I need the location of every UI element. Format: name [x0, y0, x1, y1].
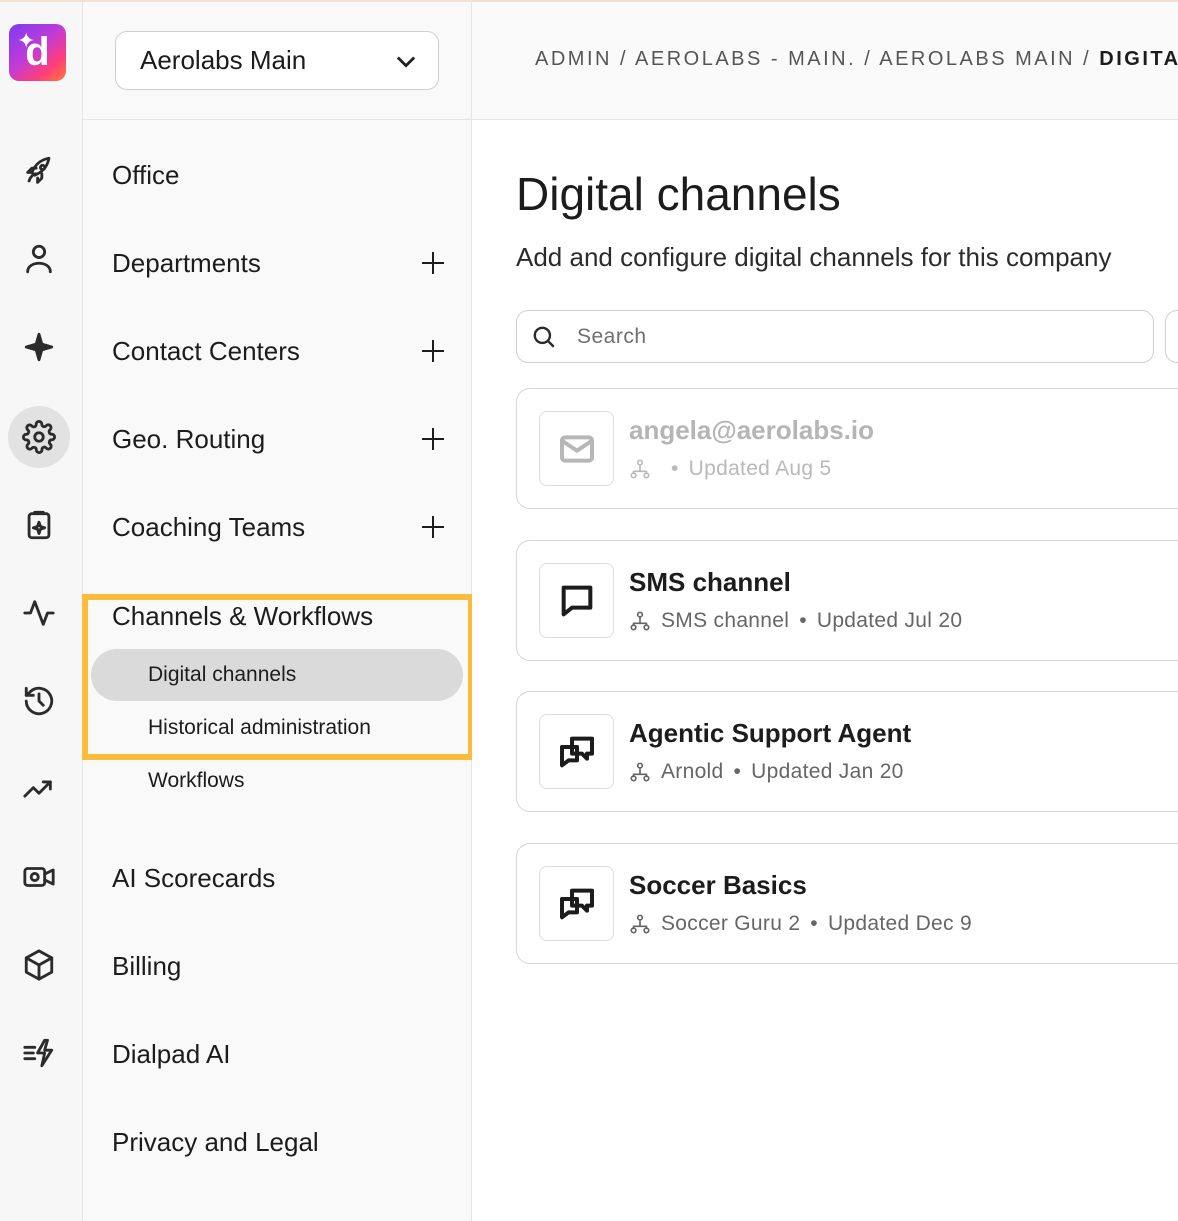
meta-separator: • — [671, 457, 679, 480]
channel-name[interactable]: SMS channel — [629, 567, 791, 598]
nav-item-label: Dialpad AI — [112, 1038, 231, 1069]
nav-item-label: Geo. Routing — [112, 423, 266, 454]
hierarchy-icon — [630, 762, 650, 782]
channel-name[interactable]: angela@aerolabs.io — [629, 415, 874, 446]
channel-card[interactable]: Soccer Basics Soccer Guru 2 • Updated De… — [516, 843, 1178, 964]
hierarchy-icon — [630, 459, 650, 479]
org-selector[interactable]: Aerolabs Main — [115, 31, 439, 90]
nav-item-departments[interactable]: Departments — [112, 243, 452, 283]
nav-item-label: Office — [112, 159, 180, 190]
search-input[interactable] — [577, 324, 1117, 349]
gear-icon[interactable] — [8, 406, 70, 468]
subnav-historical-administration[interactable]: Historical administration — [91, 702, 463, 754]
plus-icon[interactable] — [419, 513, 447, 541]
main-content: ADMIN / AEROLABS - MAIN. / AEROLABS MAIN… — [472, 2, 1178, 1221]
hierarchy-icon — [630, 611, 650, 631]
channel-meta: SMS channel • Updated Jul 20 — [629, 609, 962, 633]
meta-separator: • — [799, 609, 807, 632]
subnav-workflows[interactable]: Workflows — [91, 755, 463, 807]
nav-item-ai-scorecards[interactable]: AI Scorecards — [112, 858, 452, 898]
nav-item-office[interactable]: Office — [112, 155, 452, 195]
header-bar: ADMIN / AEROLABS - MAIN. / AEROLABS MAIN… — [472, 2, 1178, 120]
rocket-icon[interactable] — [8, 140, 70, 202]
history-icon[interactable] — [8, 670, 70, 732]
search-icon — [533, 326, 555, 348]
settings-nav: Aerolabs Main Office Departments Contact… — [82, 2, 474, 1221]
filter-button[interactable] — [1165, 310, 1178, 363]
meta-separator: • — [810, 912, 818, 935]
channel-card[interactable]: SMS channel SMS channel • Updated Jul 20 — [516, 540, 1178, 661]
nav-item-label: Privacy and Legal — [112, 1126, 319, 1157]
channel-updated: Updated Aug 5 — [688, 457, 832, 480]
channel-card[interactable]: angela@aerolabs.io • Updated Aug 5 — [516, 388, 1178, 509]
chevron-down-icon — [396, 56, 416, 68]
nav-item-channels-workflows[interactable]: Channels & Workflows — [112, 596, 452, 636]
video-settings-icon[interactable] — [8, 846, 70, 908]
clipboard-icon[interactable] — [8, 494, 70, 556]
page-subtitle: Add and configure digital channels for t… — [516, 242, 1112, 272]
nav-item-dialpad-ai[interactable]: Dialpad AI — [112, 1034, 452, 1074]
plus-icon[interactable] — [419, 425, 447, 453]
message-icon — [539, 563, 614, 638]
subnav-digital-channels[interactable]: Digital channels — [91, 649, 463, 701]
nav-item-label: Contact Centers — [112, 335, 300, 366]
channel-name[interactable]: Soccer Basics — [629, 870, 807, 901]
trending-icon[interactable] — [8, 758, 70, 820]
channel-owner: Soccer Guru 2 — [661, 912, 801, 935]
chat-bubbles-icon — [539, 714, 614, 789]
nav-item-label: Channels & Workflows — [112, 600, 374, 631]
nav-item-label: Coaching Teams — [112, 511, 306, 542]
cube-icon[interactable] — [8, 934, 70, 996]
breadcrumb-path[interactable]: ADMIN / AEROLABS - MAIN. / AEROLABS MAIN… — [535, 48, 1099, 70]
nav-item-label: Departments — [112, 247, 261, 278]
person-icon[interactable] — [8, 228, 70, 290]
org-selector-label: Aerolabs Main — [140, 45, 307, 75]
plus-icon[interactable] — [419, 337, 447, 365]
subnav-label: Historical administration — [148, 716, 371, 739]
icon-rail: ✦ d — [0, 2, 83, 1221]
chat-bubbles-icon — [539, 866, 614, 941]
channel-updated: Updated Jan 20 — [751, 760, 904, 783]
channel-owner: SMS channel — [661, 609, 790, 632]
subnav-label: Digital channels — [148, 663, 297, 686]
search-box[interactable] — [516, 310, 1154, 363]
channel-updated: Updated Jul 20 — [816, 609, 963, 632]
breadcrumb: ADMIN / AEROLABS - MAIN. / AEROLABS MAIN… — [535, 48, 1178, 71]
subnav-label: Workflows — [148, 769, 245, 792]
mail-icon — [539, 411, 614, 486]
page-title: Digital channels — [516, 168, 841, 220]
dialpad-logo[interactable]: ✦ d — [9, 24, 66, 81]
channel-owner: Arnold — [661, 760, 724, 783]
logo-sparkle-icon: ✦ — [17, 28, 36, 53]
nav-item-billing[interactable]: Billing — [112, 946, 452, 986]
channel-meta: • Updated Aug 5 — [629, 457, 832, 481]
nav-divider — [83, 119, 472, 120]
plus-icon[interactable] — [419, 249, 447, 277]
breadcrumb-current: DIGITA — [1099, 48, 1178, 70]
nav-item-geo-routing[interactable]: Geo. Routing — [112, 419, 452, 459]
channel-name[interactable]: Agentic Support Agent — [629, 718, 911, 749]
nav-item-label: Billing — [112, 950, 182, 981]
nav-item-coaching-teams[interactable]: Coaching Teams — [112, 507, 452, 547]
sparkle-icon[interactable] — [8, 316, 70, 378]
channel-card[interactable]: Agentic Support Agent Arnold • Updated J… — [516, 691, 1178, 812]
meta-separator: • — [733, 760, 742, 783]
channel-meta: Arnold • Updated Jan 20 — [629, 760, 904, 784]
nav-item-contact-centers[interactable]: Contact Centers — [112, 331, 452, 371]
nav-item-privacy-legal[interactable]: Privacy and Legal — [112, 1122, 452, 1162]
channel-updated: Updated Dec 9 — [827, 912, 972, 935]
channel-meta: Soccer Guru 2 • Updated Dec 9 — [629, 912, 972, 936]
activity-icon[interactable] — [8, 582, 70, 644]
ai-lightning-icon[interactable] — [8, 1022, 70, 1084]
hierarchy-icon — [630, 914, 650, 934]
nav-item-label: AI Scorecards — [112, 862, 276, 893]
